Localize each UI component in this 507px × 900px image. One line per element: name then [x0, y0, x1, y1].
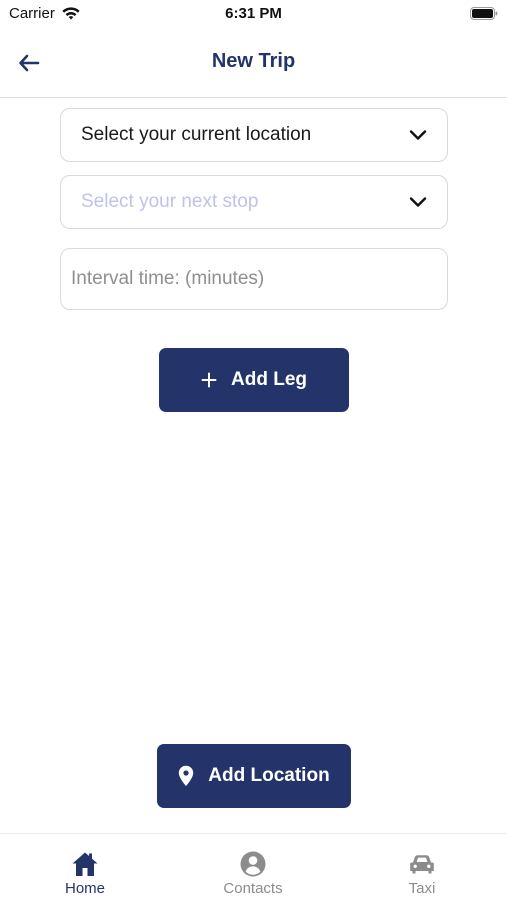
- new-trip-screen: Carrier 6:31 PM New Trip Select your cur…: [0, 0, 507, 900]
- add-leg-button[interactable]: Add Leg: [159, 348, 349, 412]
- tab-contacts-label: Contacts: [223, 880, 283, 897]
- chevron-down-icon: [409, 197, 427, 207]
- tab-taxi[interactable]: Taxi: [362, 834, 482, 900]
- add-leg-label: Add Leg: [231, 369, 307, 390]
- tab-taxi-label: Taxi: [408, 880, 436, 897]
- current-location-value: Select your current location: [81, 124, 312, 145]
- user-circle-icon: [240, 851, 266, 877]
- plus-icon: [201, 372, 217, 388]
- tab-contacts[interactable]: Contacts: [193, 834, 313, 900]
- home-icon: [72, 852, 98, 876]
- add-location-button[interactable]: Add Location: [157, 744, 351, 808]
- next-stop-placeholder: Select your next stop: [81, 191, 259, 212]
- battery-icon: [470, 7, 498, 20]
- add-location-label: Add Location: [208, 765, 330, 786]
- page-title: New Trip: [211, 50, 296, 72]
- chevron-down-icon: [409, 130, 427, 140]
- car-icon: [410, 855, 434, 874]
- next-stop-select[interactable]: Select your next stop: [60, 175, 448, 229]
- current-location-select[interactable]: Select your current location: [60, 108, 448, 162]
- tab-bar: Home Contacts Taxi: [0, 833, 507, 900]
- interval-time-field: [60, 248, 448, 310]
- clock: 6:31 PM: [225, 5, 282, 22]
- tab-home[interactable]: Home: [25, 834, 145, 900]
- map-pin-icon: [178, 765, 194, 787]
- header: New Trip: [0, 30, 507, 98]
- status-bar: Carrier 6:31 PM: [0, 0, 507, 30]
- tab-home-label: Home: [64, 880, 105, 897]
- interval-time-input[interactable]: [71, 268, 437, 290]
